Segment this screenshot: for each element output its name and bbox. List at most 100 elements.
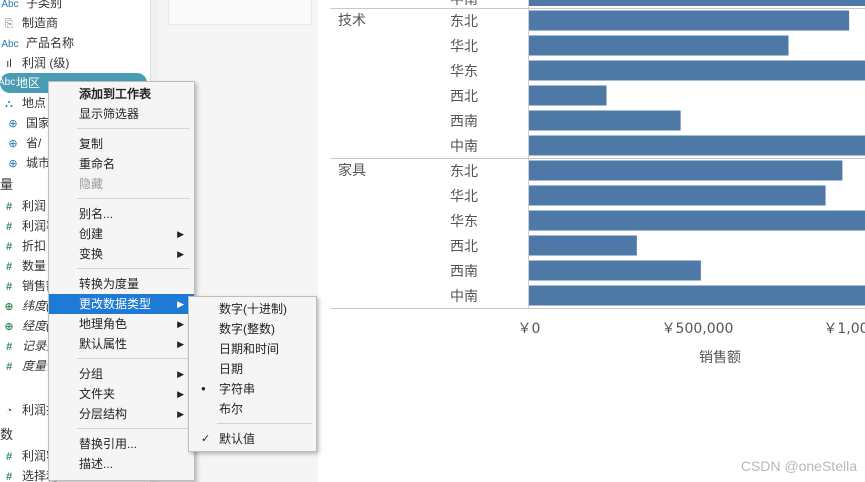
group-label: 家具 (338, 162, 366, 179)
menu-separator (77, 358, 190, 359)
menu-item[interactable]: 描述... (49, 454, 194, 474)
measure-icon: # (5, 341, 13, 353)
menu-separator (77, 268, 190, 269)
measure-icon: # (5, 261, 13, 273)
measure-field-row[interactable]: # 折扣 (0, 236, 46, 256)
chart-area: 中南 技术 东北 华北 华东 西北 西南 中南 家具 东北 华北 华东 西北 西南 中南 ￥0 ￥500,000… (318, 0, 865, 482)
category-label: 华北 (450, 39, 478, 55)
field-row[interactable]: Abc 子类别 (0, 0, 62, 13)
menu-separator (217, 423, 312, 424)
measure-field-row[interactable]: # 数量 (0, 256, 46, 276)
menu-item[interactable]: 更改数据类型 ▶ (49, 294, 194, 314)
menu-item[interactable]: 数字(整数) (189, 319, 316, 339)
shelf-card (168, 0, 312, 25)
menu-item[interactable]: 日期 (189, 359, 316, 379)
menu-item[interactable]: 分层结构 ▶ (49, 404, 194, 424)
measure-icon: # (5, 361, 13, 373)
bar (529, 60, 865, 81)
submenu-arrow-icon: ▶ (177, 299, 184, 309)
category-label: 华东 (450, 64, 478, 80)
bar (529, 160, 843, 181)
menu-item[interactable]: 变换 ▶ (49, 244, 194, 264)
field-label: 省/ (26, 136, 42, 150)
bin-icon: ◔ (5, 405, 13, 417)
menu-item-label: 分组 (79, 367, 104, 381)
menu-item[interactable]: 重命名 (49, 154, 194, 174)
selected-field-label: 地区 (16, 76, 41, 90)
menu-item[interactable]: 添加到工作表 (49, 84, 194, 104)
menu-item-label: 变换 (79, 247, 104, 261)
radio-dot-icon: ● (201, 384, 206, 393)
globe-icon: ⊕ (8, 118, 18, 130)
menu-item[interactable]: 地理角色 ▶ (49, 314, 194, 334)
category-label: 东北 (450, 164, 478, 180)
menu-item-label: 重命名 (79, 157, 116, 171)
menu-item[interactable]: 显示筛选器 (49, 104, 194, 124)
menu-item[interactable]: 别名... (49, 204, 194, 224)
menu-item[interactable]: 分组 ▶ (49, 364, 194, 384)
menu-item[interactable]: 默认属性 ▶ (49, 334, 194, 354)
menu-item[interactable]: 数字(十进制) (189, 299, 316, 319)
field-row[interactable]: Abc 产品名称 (0, 33, 74, 53)
bar (529, 110, 681, 131)
context-menu: 添加到工作表显示筛选器复制重命名隐藏别名... 创建 ▶ 变换 ▶ 转换为度量 更改数据类型… (48, 81, 195, 481)
field-row[interactable]: ⊕ 城市 (4, 153, 50, 173)
menu-item[interactable]: 默认值 ✓ (189, 429, 316, 449)
menu-item[interactable]: 替换引用... (49, 434, 194, 454)
parameter-icon: # (5, 451, 13, 463)
menu-item[interactable]: 布尔 (189, 399, 316, 419)
bar (529, 285, 865, 306)
x-tick-label: ￥1,000,000 (823, 321, 865, 337)
field-label: 纬度( (22, 299, 50, 313)
menu-separator (77, 428, 190, 429)
field-label: 利润 (22, 199, 47, 213)
bar (529, 185, 826, 206)
menu-item-label: 描述... (79, 457, 114, 471)
parameter-icon: # (5, 471, 13, 482)
menu-item[interactable]: 转换为度量 (49, 274, 194, 294)
menu-separator (77, 128, 190, 129)
measure-field-row[interactable]: # 利润 (0, 196, 46, 216)
field-label: 制造商 (22, 16, 59, 30)
measures-section-title: 量 (0, 177, 14, 192)
menu-item-label: 日期和时间 (219, 342, 280, 356)
field-row[interactable]: ⎘ 制造商 (0, 13, 58, 33)
field-row[interactable]: ıl 利润 (级) (0, 53, 69, 73)
measure-icon: # (5, 241, 13, 253)
bar (529, 135, 865, 156)
menu-item[interactable]: 字符串 ● (189, 379, 316, 399)
field-row[interactable]: ⊕ 国家 (4, 113, 50, 133)
measure-field-row[interactable]: ⊕ 经度( (0, 316, 50, 336)
menu-item[interactable]: 文件夹 ▶ (49, 384, 194, 404)
field-label: 产品名称 (26, 36, 75, 50)
menu-item-label: 添加到工作表 (79, 87, 152, 101)
field-label: 国家 (26, 116, 51, 130)
menu-item[interactable]: 创建 ▶ (49, 224, 194, 244)
paperclip-icon: ⎘ (4, 18, 14, 30)
menu-item-label: 字符串 (219, 382, 256, 396)
submenu-arrow-icon: ▶ (177, 409, 184, 419)
globe-measure-icon: ⊕ (4, 321, 14, 333)
field-label: 数量 (22, 259, 47, 273)
field-row[interactable]: ⛬ 地点 (0, 93, 46, 113)
menu-item[interactable]: 日期和时间 (189, 339, 316, 359)
bar (529, 260, 701, 281)
menu-item-label: 默认值 (219, 432, 256, 446)
category-label: 西北 (450, 89, 478, 105)
measure-field-row[interactable]: ⊕ 纬度( (0, 296, 50, 316)
globe-measure-icon: ⊕ (4, 301, 14, 313)
string-type-icon: Abc (0, 77, 16, 88)
bar (529, 235, 637, 256)
menu-item[interactable]: 隐藏 (49, 174, 194, 194)
checkmark-icon: ✓ (201, 433, 211, 445)
menu-item[interactable]: 复制 (49, 134, 194, 154)
submenu-arrow-icon: ▶ (177, 249, 184, 259)
menu-item-label: 数字(十进制) (219, 302, 287, 316)
bar (529, 85, 607, 106)
group-label: 技术 (338, 13, 366, 29)
menu-item-label: 布尔 (219, 402, 244, 416)
category-label: 华东 (450, 214, 478, 230)
menu-item-label: 地理角色 (79, 317, 128, 331)
field-row[interactable]: ⊕ 省/ (4, 133, 41, 153)
menu-item-label: 分层结构 (79, 407, 128, 421)
